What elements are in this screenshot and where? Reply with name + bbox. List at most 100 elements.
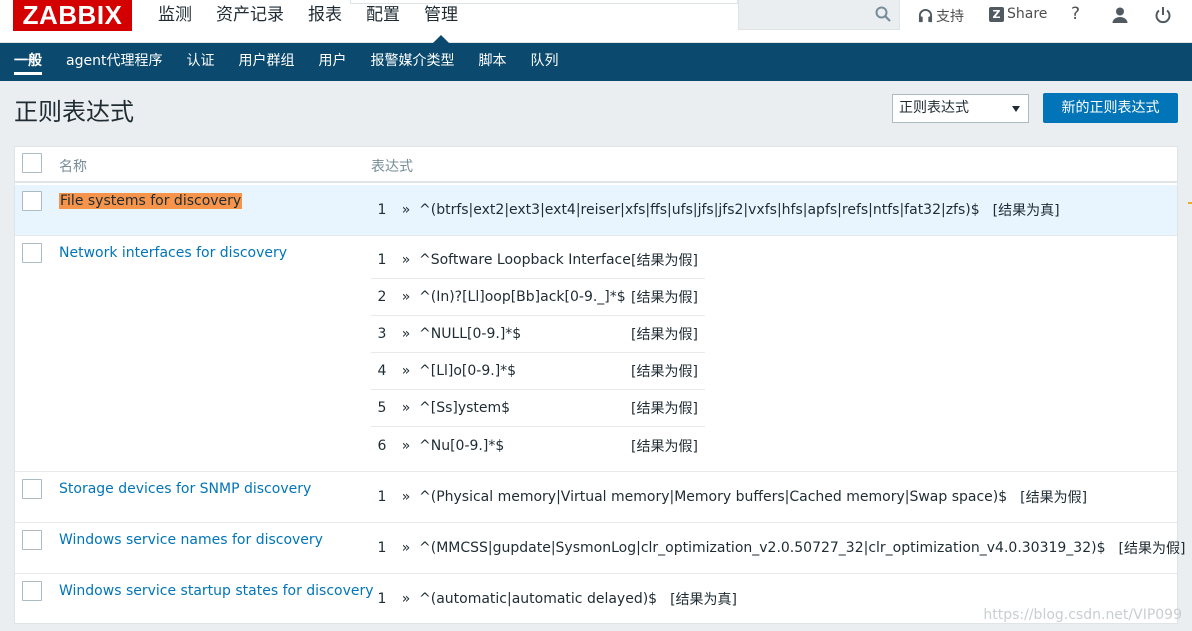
expression-arrow: » [401, 289, 411, 305]
expression-number: 1 [377, 488, 387, 505]
menu-reports[interactable]: 报表 [296, 0, 354, 31]
support-link[interactable]: 支持 [918, 6, 964, 26]
expression-line: 1 » ^(automatic|automatic delayed)$ [结果为… [371, 580, 738, 617]
regexp-name-link[interactable]: Network interfaces for discovery [59, 245, 287, 261]
edge-marker [1188, 202, 1192, 204]
search-input[interactable] [738, 0, 900, 30]
expression-number: 2 [377, 289, 387, 305]
tab-authentication[interactable]: 认证 [174, 43, 226, 81]
expression-line: 1 » ^(btrfs|ext2|ext3|ext4|reiser|xfs|ff… [371, 191, 1060, 228]
expression-pattern: ^Nu[0-9.]*$ [419, 437, 505, 454]
share-label: Share [1007, 6, 1048, 22]
menu-configuration[interactable]: 配置 [354, 0, 412, 31]
menu-administration[interactable]: 管理 [412, 0, 470, 43]
top-bar: ZABBIX 监测 资产记录 报表 配置 管理 支持 Z Share ? [0, 0, 1192, 43]
sub-menu: 一般 agent代理程序 认证 用户群组 用户 报警媒介类型 脚本 队列 [0, 43, 1192, 81]
table-row: Storage devices for SNMP discovery 1 » ^… [15, 472, 1177, 523]
expression-arrow: » [401, 252, 411, 268]
expression-result: [结果为假] [631, 364, 698, 380]
tab-media-types[interactable]: 报警媒介类型 [358, 43, 466, 81]
expression-number: 1 [377, 590, 387, 607]
expression-result: [结果为假] [631, 253, 698, 269]
tab-user-groups[interactable]: 用户群组 [226, 43, 306, 81]
expression-line: 5 » ^[Ss]ystem$ [结果为假] [371, 390, 705, 427]
expression-pattern: ^(MMCSS|gupdate|SysmonLog|clr_optimizati… [419, 539, 1106, 556]
power-icon[interactable] [1154, 6, 1172, 24]
share-icon: Z [989, 6, 1004, 22]
expression-line: 4 » ^[Ll]o[0-9.]*$ [结果为假] [371, 353, 705, 390]
table-row: Network interfaces for discovery 1 » ^So… [15, 236, 1177, 472]
top-notch [350, 0, 738, 4]
expression-arrow: » [401, 590, 411, 607]
menu-monitoring[interactable]: 监测 [146, 0, 204, 31]
expression-number: 3 [377, 326, 387, 342]
expression-line: 1 » ^Software Loopback Interface [结果为假] [371, 242, 705, 279]
expression-result: [结果为假] [631, 438, 698, 455]
expression-pattern: ^(automatic|automatic delayed)$ [419, 590, 658, 607]
expression-number: 1 [377, 539, 387, 556]
expression-result: [结果为假] [631, 290, 698, 306]
expression-result: [结果为真] [992, 202, 1060, 219]
help-icon: ? [1071, 4, 1081, 24]
help-button[interactable]: ? [1071, 4, 1080, 24]
expression-arrow: » [401, 201, 411, 218]
regexp-table: 名称 表达式 File systems for discovery 1 » ^(… [14, 146, 1185, 624]
expression-arrow: » [401, 363, 411, 379]
expression-pattern: ^(btrfs|ext2|ext3|ext4|reiser|xfs|ffs|uf… [419, 201, 980, 218]
expression-result: [结果为真] [670, 591, 738, 608]
headset-icon [918, 8, 933, 22]
expression-pattern: ^Software Loopback Interface [419, 252, 631, 268]
expression-result: [结果为假] [631, 401, 698, 417]
section-select-value: 正则表达式 [899, 100, 969, 116]
select-all-checkbox[interactable] [22, 153, 42, 173]
zabbix-logo[interactable]: ZABBIX [13, 0, 132, 31]
user-icon[interactable] [1111, 6, 1129, 24]
chevron-down-icon [1012, 106, 1020, 112]
column-header-expressions: 表达式 [371, 159, 413, 175]
row-checkbox[interactable] [22, 581, 42, 601]
tab-scripts[interactable]: 脚本 [466, 43, 518, 81]
row-checkbox[interactable] [22, 191, 42, 211]
regexp-name-link[interactable]: Windows service names for discovery [59, 532, 323, 548]
expression-line: 3 » ^NULL[0-9.]*$ [结果为假] [371, 316, 705, 353]
table-row: File systems for discovery 1 » ^(btrfs|e… [15, 185, 1177, 236]
tab-agent-proxies[interactable]: agent代理程序 [54, 43, 174, 81]
expression-line: 2 » ^(In)?[Ll]oop[Bb]ack[0-9._]*$ [结果为假] [371, 279, 705, 316]
menu-inventory[interactable]: 资产记录 [204, 0, 296, 31]
new-regexp-button[interactable]: 新的正则表达式 [1043, 93, 1178, 123]
expression-pattern: ^(In)?[Ll]oop[Bb]ack[0-9._]*$ [419, 289, 626, 305]
expression-result: [结果为假] [1118, 540, 1186, 557]
expression-arrow: » [401, 326, 411, 342]
regexp-name-link[interactable]: File systems for discovery [59, 193, 243, 209]
table-header: 名称 表达式 [15, 147, 1177, 183]
expression-pattern: ^(Physical memory|Virtual memory|Memory … [419, 488, 1008, 505]
support-label: 支持 [936, 9, 964, 25]
regexp-name-link[interactable]: Windows service startup states for disco… [59, 583, 374, 599]
page-title: 正则表达式 [14, 98, 134, 126]
expression-number: 1 [377, 201, 387, 218]
expression-arrow: » [401, 437, 411, 454]
expression-number: 6 [377, 437, 387, 454]
regexp-name-link[interactable]: Storage devices for SNMP discovery [59, 481, 311, 497]
watermark: https://blog.csdn.net/VIP099 [983, 607, 1182, 623]
section-select[interactable]: 正则表达式 [892, 94, 1029, 123]
row-checkbox[interactable] [22, 479, 42, 499]
expression-line: 1 » ^(MMCSS|gupdate|SysmonLog|clr_optimi… [371, 529, 1186, 566]
expression-number: 1 [377, 252, 387, 268]
expression-result: [结果为假] [1020, 489, 1088, 506]
expression-line: 1 » ^(Physical memory|Virtual memory|Mem… [371, 478, 1088, 515]
expression-number: 5 [377, 400, 387, 416]
expression-result: [结果为假] [631, 327, 698, 343]
tab-general[interactable]: 一般 [2, 43, 54, 81]
search-icon[interactable] [875, 6, 891, 22]
expression-number: 4 [377, 363, 387, 379]
tab-users[interactable]: 用户 [306, 43, 358, 81]
table-row: Windows service names for discovery 1 » … [15, 523, 1185, 574]
expression-pattern: ^[Ss]ystem$ [419, 400, 511, 416]
row-checkbox[interactable] [22, 530, 42, 550]
expression-line: 6 » ^Nu[0-9.]*$ [结果为假] [371, 427, 705, 464]
tab-queue[interactable]: 队列 [518, 43, 570, 81]
column-header-name[interactable]: 名称 [59, 156, 87, 176]
row-checkbox[interactable] [22, 243, 42, 263]
share-link[interactable]: Z Share [989, 6, 1047, 22]
